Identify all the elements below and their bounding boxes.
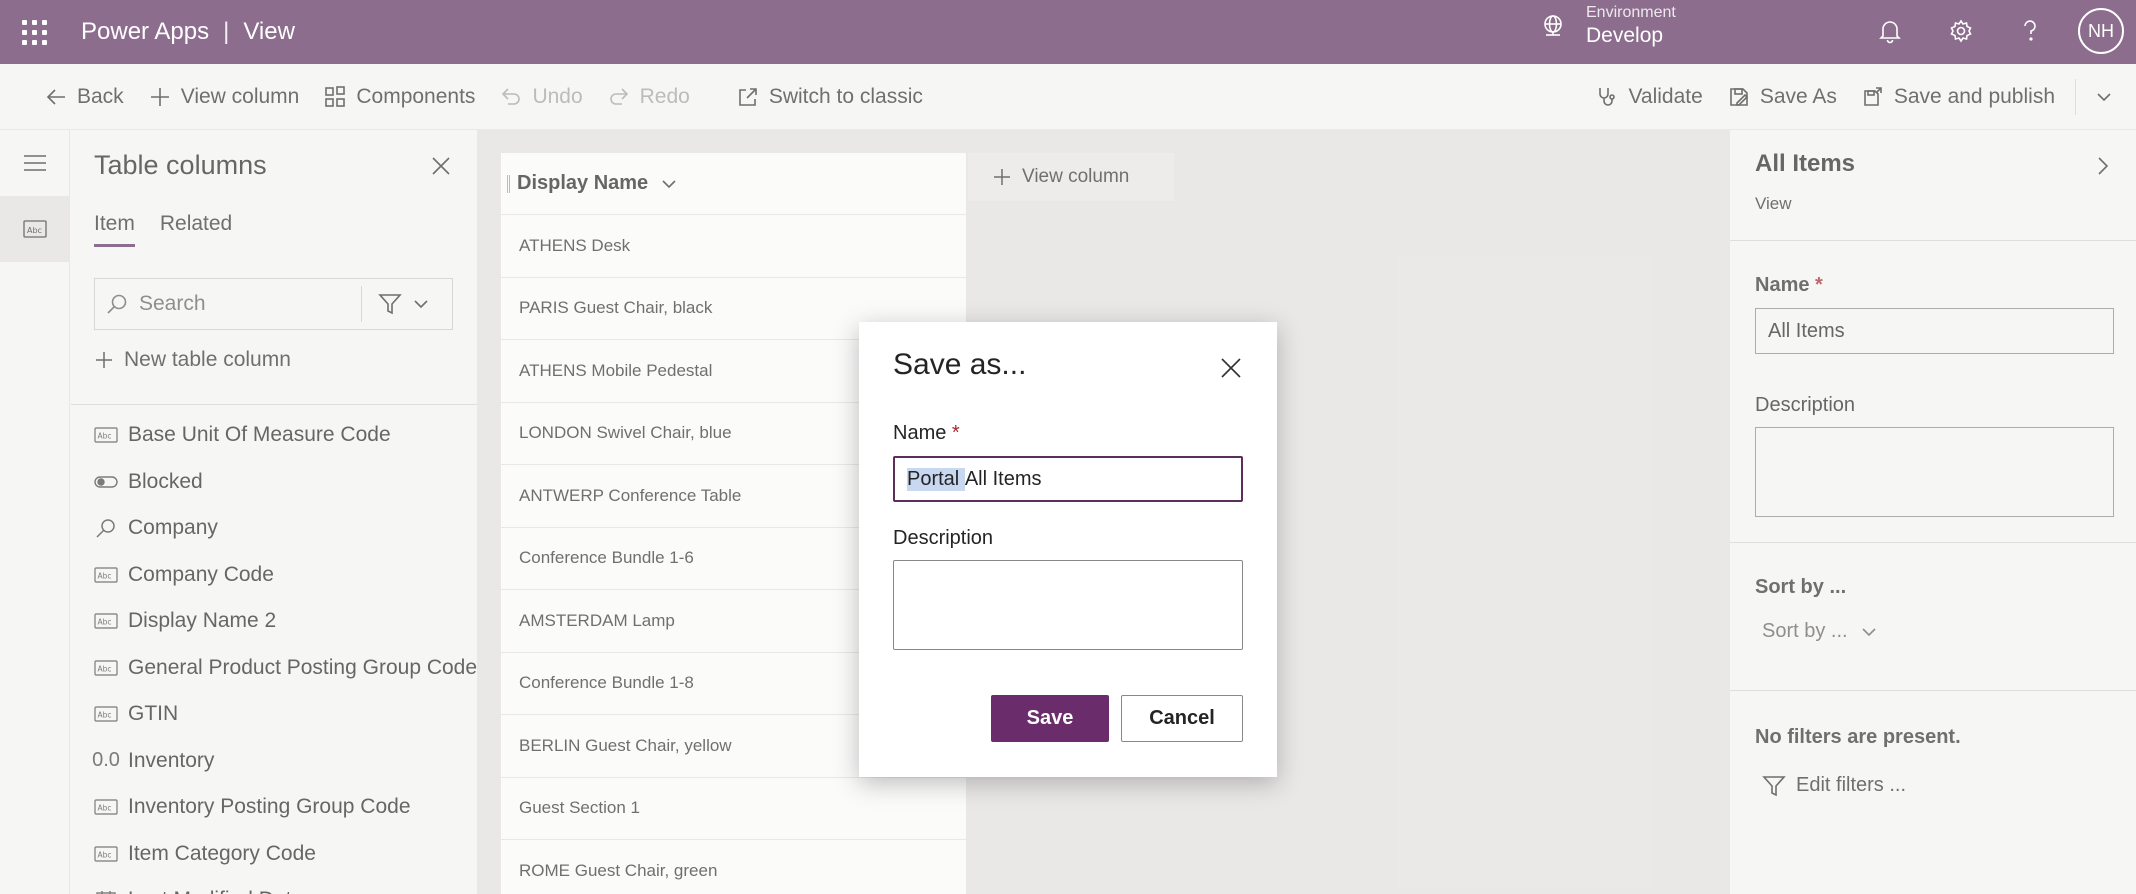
cancel-button[interactable]: Cancel	[1121, 695, 1243, 742]
selected-text: Portal	[907, 467, 965, 491]
close-icon	[1221, 358, 1241, 378]
dialog-close-button[interactable]	[1213, 350, 1249, 386]
dialog-name-label-text: Name	[893, 422, 947, 444]
dialog-description-label: Description	[893, 527, 994, 549]
save-as-dialog: Save as... Name * Portal All Items Descr…	[859, 322, 1277, 777]
dialog-title: Save as...	[893, 348, 1027, 381]
dialog-description-input[interactable]	[893, 560, 1243, 650]
save-button[interactable]: Save	[991, 695, 1109, 742]
dialog-name-label: Name *	[893, 422, 960, 445]
dialog-name-input[interactable]: Portal All Items	[893, 456, 1243, 502]
required-mark: *	[951, 422, 960, 444]
unselected-text: All Items	[964, 467, 1042, 490]
